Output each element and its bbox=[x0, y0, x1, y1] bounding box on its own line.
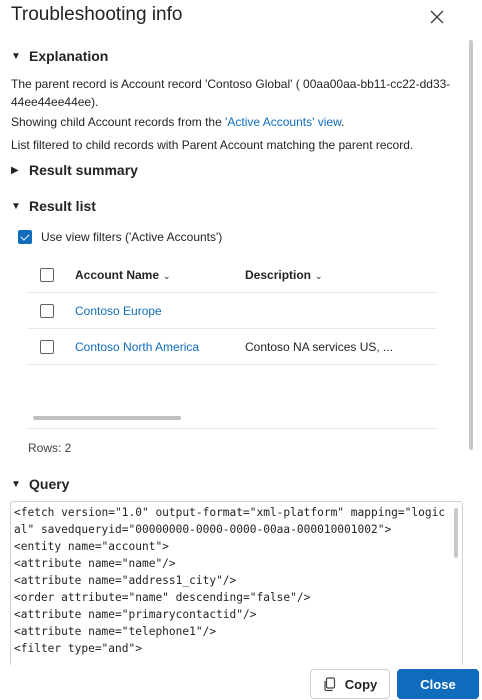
fetchxml-query[interactable]: <fetch version="1.0" output-format="xml-… bbox=[11, 502, 462, 657]
chevron-down-icon: ⌄ bbox=[163, 270, 171, 281]
result-summary-heading: Result summary bbox=[29, 162, 138, 178]
close-button[interactable]: Close bbox=[397, 669, 479, 699]
explanation-view-suffix: . bbox=[341, 115, 345, 129]
account-name-link[interactable]: Contoso North America bbox=[75, 340, 199, 354]
column-header-account-name[interactable]: Account Name ⌄ bbox=[75, 268, 171, 282]
view-filter-option[interactable]: Use view filters ('Active Accounts') bbox=[18, 230, 222, 244]
account-name-link[interactable]: Contoso Europe bbox=[75, 304, 162, 318]
table-row[interactable]: Contoso North America Contoso NA service… bbox=[28, 329, 436, 365]
chevron-down-icon: ▼ bbox=[11, 200, 21, 212]
vertical-scrollbar[interactable] bbox=[469, 40, 473, 450]
chevron-down-icon: ⌄ bbox=[315, 270, 323, 281]
grid-divider bbox=[28, 428, 436, 429]
close-icon[interactable] bbox=[424, 4, 450, 30]
result-list-heading: Result list bbox=[29, 198, 96, 214]
result-summary-toggle[interactable]: ▶ Result summary bbox=[11, 162, 138, 178]
explanation-parent-record: The parent record is Account record 'Con… bbox=[11, 77, 451, 109]
view-filter-label: Use view filters ('Active Accounts') bbox=[41, 230, 223, 244]
explanation-view-prefix: Showing child Account records from the bbox=[11, 115, 226, 129]
explanation-filter-note: List filtered to child records with Pare… bbox=[11, 138, 414, 152]
chevron-down-icon: ▼ bbox=[11, 478, 21, 490]
explanation-view-source: Showing child Account records from the '… bbox=[11, 113, 466, 131]
rows-count: Rows: 2 bbox=[28, 441, 72, 455]
explanation-heading: Explanation bbox=[29, 48, 109, 64]
result-list-toggle[interactable]: ▼ Result list bbox=[11, 198, 96, 214]
query-toggle[interactable]: ▼ Query bbox=[11, 476, 69, 492]
horizontal-scrollbar[interactable] bbox=[33, 416, 181, 420]
query-scrollbar[interactable] bbox=[454, 508, 458, 558]
account-description: Contoso NA services US, ... bbox=[245, 339, 394, 354]
grid-header-row: Account Name ⌄ Description ⌄ bbox=[28, 257, 436, 293]
dialog-footer: Copy Close bbox=[0, 665, 482, 700]
query-textbox[interactable]: <fetch version="1.0" output-format="xml-… bbox=[10, 501, 463, 671]
row-checkbox[interactable] bbox=[40, 304, 54, 318]
copy-button[interactable]: Copy bbox=[310, 669, 390, 699]
close-label: Close bbox=[420, 676, 456, 692]
dialog-title: Troubleshooting info bbox=[11, 4, 183, 25]
troubleshooting-dialog: Troubleshooting info ▼ Explanation The p… bbox=[0, 0, 482, 700]
select-all-checkbox[interactable] bbox=[40, 268, 54, 282]
chevron-down-icon: ▼ bbox=[11, 50, 21, 62]
result-grid: Account Name ⌄ Description ⌄ Contoso Europ… bbox=[28, 257, 436, 365]
table-row[interactable]: Contoso Europe bbox=[28, 293, 436, 329]
chevron-right-icon: ▶ bbox=[11, 164, 19, 176]
copy-icon bbox=[324, 676, 335, 691]
row-checkbox[interactable] bbox=[40, 340, 54, 354]
copy-label: Copy bbox=[344, 676, 378, 692]
view-filter-checkbox[interactable] bbox=[18, 230, 32, 244]
active-accounts-view-link[interactable]: 'Active Accounts' view bbox=[225, 115, 341, 129]
column-header-description[interactable]: Description ⌄ bbox=[245, 268, 323, 282]
column-header-label: Account Name bbox=[75, 267, 160, 282]
explanation-toggle[interactable]: ▼ Explanation bbox=[11, 48, 108, 64]
column-header-label: Description bbox=[245, 267, 312, 282]
query-heading: Query bbox=[29, 476, 70, 492]
